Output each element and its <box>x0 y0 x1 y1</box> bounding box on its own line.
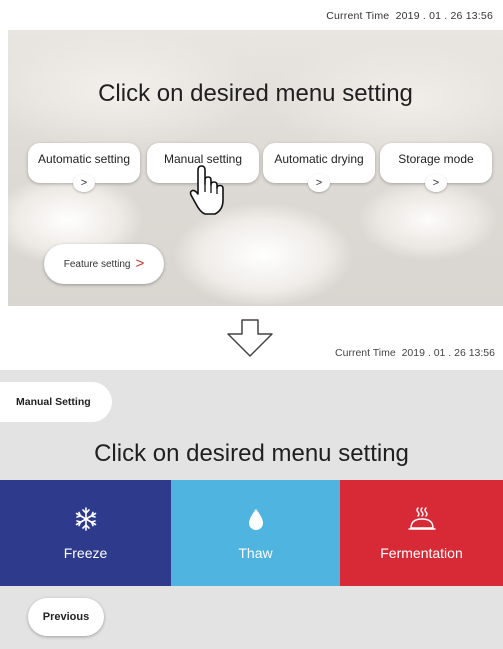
freeze-tile[interactable]: Freeze <box>0 480 171 586</box>
current-time-value: 2019 . 01 . 26 13:56 <box>395 10 493 22</box>
chevron-right-icon: > <box>308 174 330 192</box>
current-time-bottom: Current Time 2019 . 01 . 26 13:56 <box>335 347 495 359</box>
tile-label: Thaw <box>238 545 273 561</box>
snowflake-icon <box>75 507 96 531</box>
automatic-setting-button[interactable]: Automatic setting > <box>28 143 140 192</box>
fermentation-tile[interactable]: Fermentation <box>340 480 503 586</box>
screen-tag: Manual Setting <box>0 382 112 422</box>
feature-setting-button[interactable]: Feature setting > <box>44 244 164 284</box>
tile-label: Fermentation <box>380 545 463 561</box>
current-time-label: Current Time <box>326 10 390 22</box>
current-time-value: 2019 . 01 . 26 13:56 <box>401 347 495 359</box>
water-drop-icon <box>248 509 263 530</box>
menu-item-label: Automatic drying <box>274 152 364 166</box>
chevron-right-icon: > <box>73 174 95 192</box>
chevron-right-icon: > <box>425 174 447 192</box>
storage-mode-button[interactable]: Storage mode > <box>380 143 492 192</box>
screen-title: Click on desired menu setting <box>98 80 413 107</box>
main-menu-screen: Click on desired menu setting Automatic … <box>8 30 503 306</box>
bread-icon <box>407 507 436 530</box>
automatic-drying-button[interactable]: Automatic drying > <box>263 143 375 192</box>
previous-button[interactable]: Previous <box>28 598 104 636</box>
feature-setting-label: Feature setting <box>63 259 131 270</box>
current-time-top: Current Time 2019 . 01 . 26 13:56 <box>326 10 493 22</box>
menu-item-label: Automatic setting <box>37 152 131 166</box>
tile-label: Freeze <box>63 545 108 561</box>
thaw-tile[interactable]: Thaw <box>171 480 340 586</box>
hand-pointer-icon <box>189 165 224 215</box>
current-time-label: Current Time <box>335 347 396 359</box>
menu-item-label: Storage mode <box>398 152 474 166</box>
chevron-right-icon: > <box>135 255 145 272</box>
screen-title: Click on desired menu setting <box>94 440 409 467</box>
down-arrow-icon <box>227 319 273 357</box>
manual-setting-screen: Manual Setting Click on desired menu set… <box>0 370 503 649</box>
